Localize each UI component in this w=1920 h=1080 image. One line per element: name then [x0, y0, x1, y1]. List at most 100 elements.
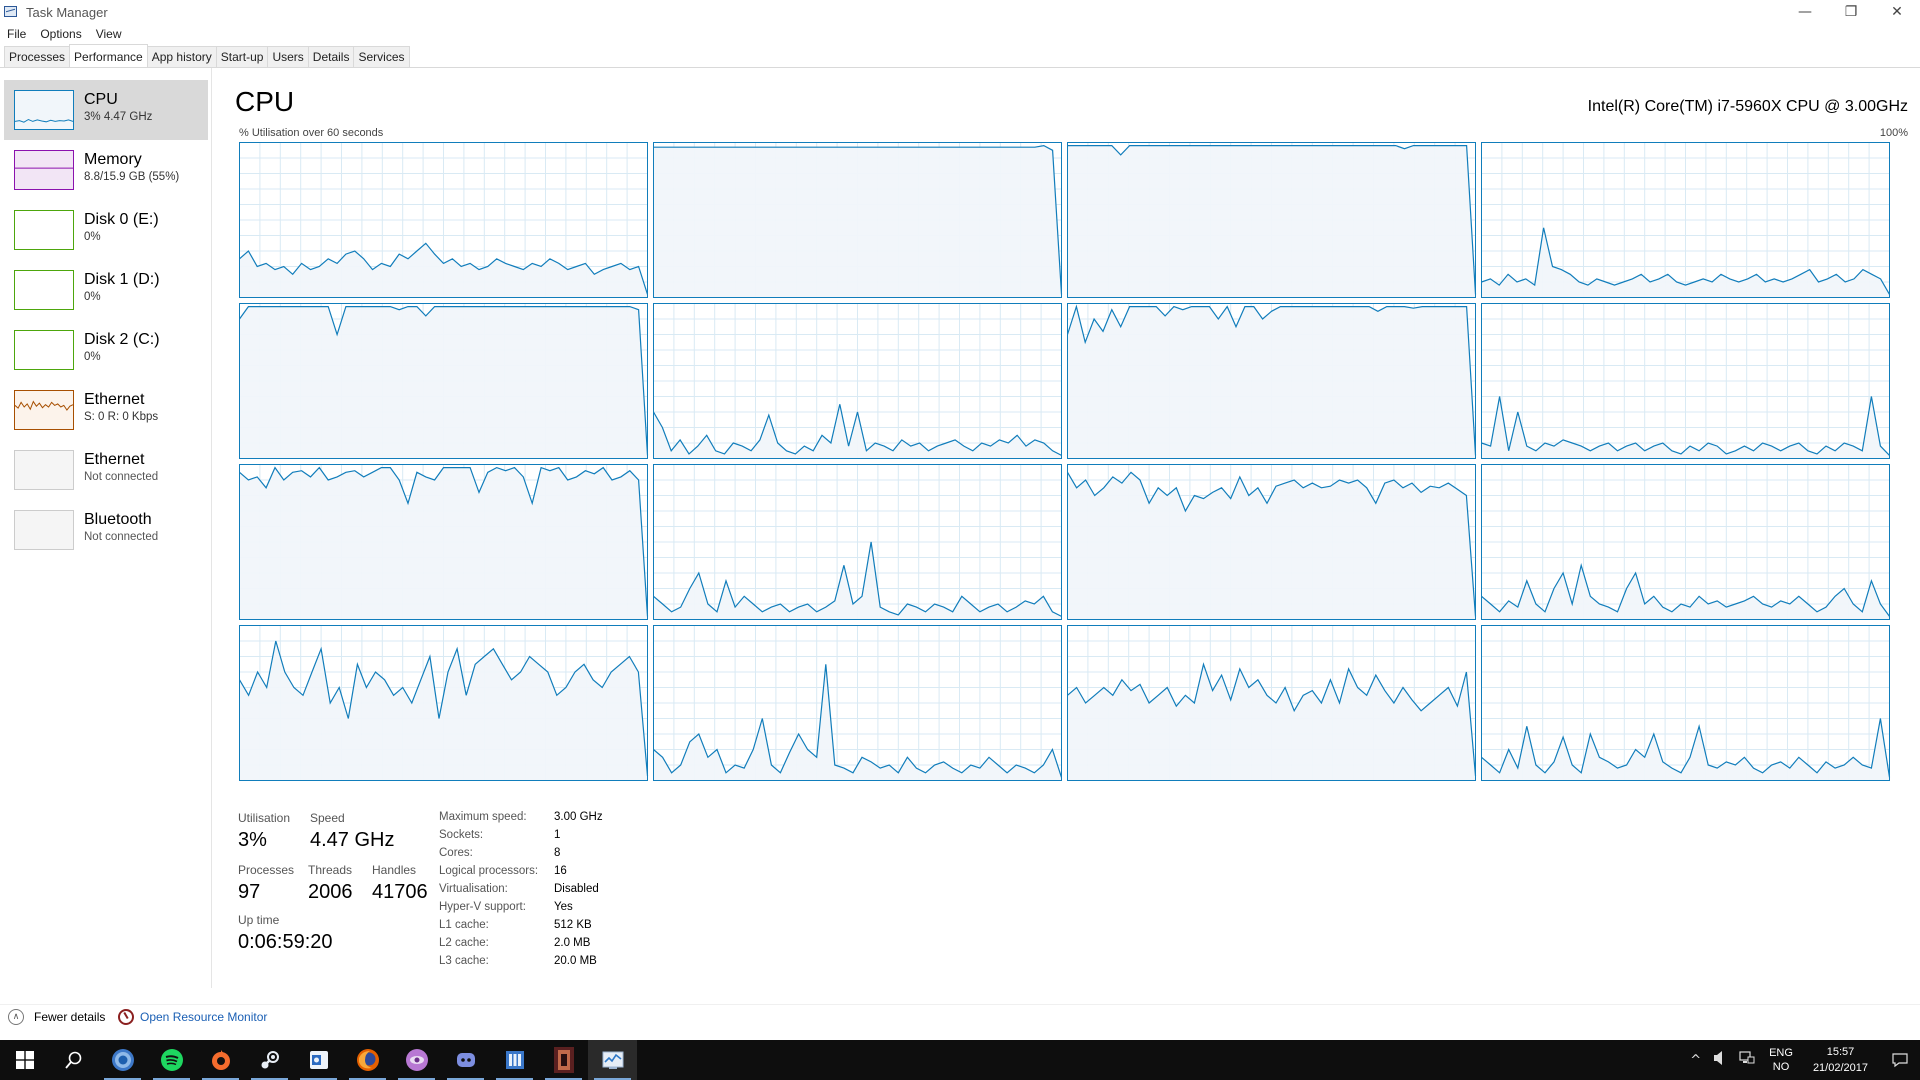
calculator-icon[interactable] [490, 1040, 539, 1080]
resource-sidebar: CPU 3% 4.47 GHz Memory 8.8/15.9 GB (55%)… [0, 68, 212, 988]
utilisation-area [1067, 306, 1476, 459]
spec-label: Virtualisation: [439, 883, 508, 895]
tab-users[interactable]: Users [267, 46, 309, 67]
utilisation-caption: % Utilisation over 60 seconds [239, 127, 384, 139]
threads-label: Threads [308, 863, 353, 877]
uptime-label: Up time [238, 913, 280, 927]
utilisation-label: Utilisation [238, 811, 291, 825]
sidebar-item-cpu[interactable]: CPU 3% 4.47 GHz [4, 80, 208, 140]
speed-label: Speed [310, 811, 345, 825]
spec-label: L1 cache: [439, 919, 489, 931]
cpu-graph-logical-processor-2 [1067, 142, 1477, 298]
language-code: ENG [1769, 1047, 1793, 1059]
ethernet-thumbnail-graph [14, 390, 74, 430]
close-button[interactable]: ✕ [1874, 0, 1920, 24]
sidebar-item-value: 3% 4.47 GHz [84, 111, 153, 123]
cpu-detail-panel: CPU Intel(R) Core(TM) i7-5960X CPU @ 3.0… [213, 68, 1920, 988]
sidebar-item-value: 0% [84, 351, 101, 363]
title-bar: Task Manager — ❐ ✕ [0, 0, 1920, 24]
show-hidden-icons-icon[interactable]: ^ [1684, 1053, 1707, 1068]
tab-startup[interactable]: Start-up [215, 46, 269, 67]
spec-value: 8 [554, 847, 561, 859]
disk-thumbnail-graph [14, 330, 74, 370]
bluetooth-thumbnail-graph [14, 510, 74, 550]
discord-icon[interactable] [441, 1040, 490, 1080]
spec-value: 3.00 GHz [554, 811, 603, 823]
resource-monitor-label: Open Resource Monitor [140, 1010, 268, 1024]
network-icon[interactable] [1733, 1051, 1761, 1069]
spec-label: Maximum speed: [439, 811, 527, 823]
spotify-icon[interactable] [147, 1040, 196, 1080]
cpu-graph-logical-processor-10 [1066, 464, 1477, 620]
origin-icon[interactable] [196, 1040, 245, 1080]
spec-label: Cores: [439, 847, 473, 859]
game-icon[interactable] [539, 1040, 588, 1080]
logical-processor-graphs[interactable] [239, 142, 1895, 788]
sidebar-item-label: Bluetooth [84, 511, 152, 528]
outlook-icon[interactable] [294, 1040, 343, 1080]
input-language-indicator[interactable]: ENG NO [1761, 1046, 1801, 1074]
resource-monitor-icon [118, 1009, 134, 1025]
start-icon[interactable] [0, 1040, 49, 1080]
clock[interactable]: 15:57 21/02/2017 [1801, 1044, 1880, 1076]
menu-file[interactable]: File [0, 24, 33, 44]
steam-icon[interactable] [245, 1040, 294, 1080]
tab-app-history[interactable]: App history [146, 46, 217, 67]
action-center-icon[interactable] [1880, 1040, 1920, 1080]
cpu-graph-logical-processor-14 [1067, 625, 1477, 781]
task-manager-icon[interactable] [588, 1040, 637, 1080]
sidebar-item-disk-0[interactable]: Disk 0 (E:) 0% [4, 200, 208, 260]
speed-value: 4.47 GHz [310, 829, 395, 851]
thumbnail-fill [15, 168, 73, 189]
tab-services[interactable]: Services [353, 46, 410, 67]
chrome-icon[interactable] [98, 1040, 147, 1080]
sidebar-item-label: Disk 2 (C:) [84, 331, 160, 348]
tab-performance[interactable]: Performance [69, 44, 148, 66]
spec-value: 512 KB [554, 919, 592, 931]
sidebar-item-value: 0% [84, 231, 101, 243]
menu-bar: File Options View [0, 24, 129, 44]
sidebar-item-disk-2[interactable]: Disk 2 (C:) 0% [4, 320, 208, 380]
sidebar-item-memory[interactable]: Memory 8.8/15.9 GB (55%) [4, 140, 208, 200]
cpu-graph-logical-processor-7 [1481, 303, 1890, 459]
search-icon[interactable] [49, 1040, 98, 1080]
minimize-button[interactable]: — [1782, 0, 1828, 24]
cpu-graph-logical-processor-8 [239, 464, 649, 620]
task-manager-icon [4, 5, 18, 19]
tab-details[interactable]: Details [307, 46, 355, 67]
sidebar-item-disk-1[interactable]: Disk 1 (D:) 0% [4, 260, 208, 320]
sidebar-item-value: S: 0 R: 0 Kbps [84, 411, 159, 423]
speaker-icon[interactable] [1707, 1051, 1733, 1069]
firefox-icon[interactable] [343, 1040, 392, 1080]
sidebar-item-ethernet[interactable]: Ethernet S: 0 R: 0 Kbps [4, 380, 208, 440]
tab-bar: Processes Performance App history Start-… [0, 44, 1920, 68]
sidebar-item-value: Not connected [84, 471, 159, 483]
ethernet-thumbnail-graph [14, 450, 74, 490]
taskbar: ^ ENG NO 15:57 21/02/2017 [0, 1040, 1920, 1080]
utilisation-area [239, 306, 648, 459]
restore-button[interactable]: ❐ [1828, 0, 1874, 24]
utilisation-value: 3% [238, 829, 267, 851]
processes-label: Processes [238, 863, 295, 877]
cpu-graph-logical-processor-6 [1066, 303, 1477, 459]
threads-value: 2006 [308, 881, 353, 903]
sidebar-item-ethernet-2[interactable]: Ethernet Not connected [4, 440, 208, 500]
spec-value: Disabled [554, 883, 599, 895]
spec-label: Logical processors: [439, 865, 539, 877]
sidebar-item-label: Disk 0 (E:) [84, 211, 159, 228]
menu-view[interactable]: View [89, 24, 129, 44]
keyboard-layout: NO [1772, 1061, 1790, 1073]
cpu-thumbnail-graph [14, 90, 74, 130]
sidebar-item-bluetooth[interactable]: Bluetooth Not connected [4, 500, 208, 560]
spec-value: 16 [554, 865, 567, 877]
disk-thumbnail-graph [14, 210, 74, 250]
handles-value: 41706 [372, 881, 428, 903]
sidebar-item-value: 8.8/15.9 GB (55%) [84, 171, 180, 183]
browser-icon[interactable] [392, 1040, 441, 1080]
open-resource-monitor-link[interactable]: Open Resource Monitor [118, 1009, 267, 1025]
fewer-details-button[interactable]: ∧ Fewer details [8, 1009, 105, 1025]
tab-processes[interactable]: Processes [4, 46, 71, 67]
spec-label: Hyper-V support: [439, 901, 526, 913]
menu-options[interactable]: Options [33, 24, 88, 44]
cpu-model-name: Intel(R) Core(TM) i7-5960X CPU @ 3.00GHz [1587, 98, 1908, 115]
